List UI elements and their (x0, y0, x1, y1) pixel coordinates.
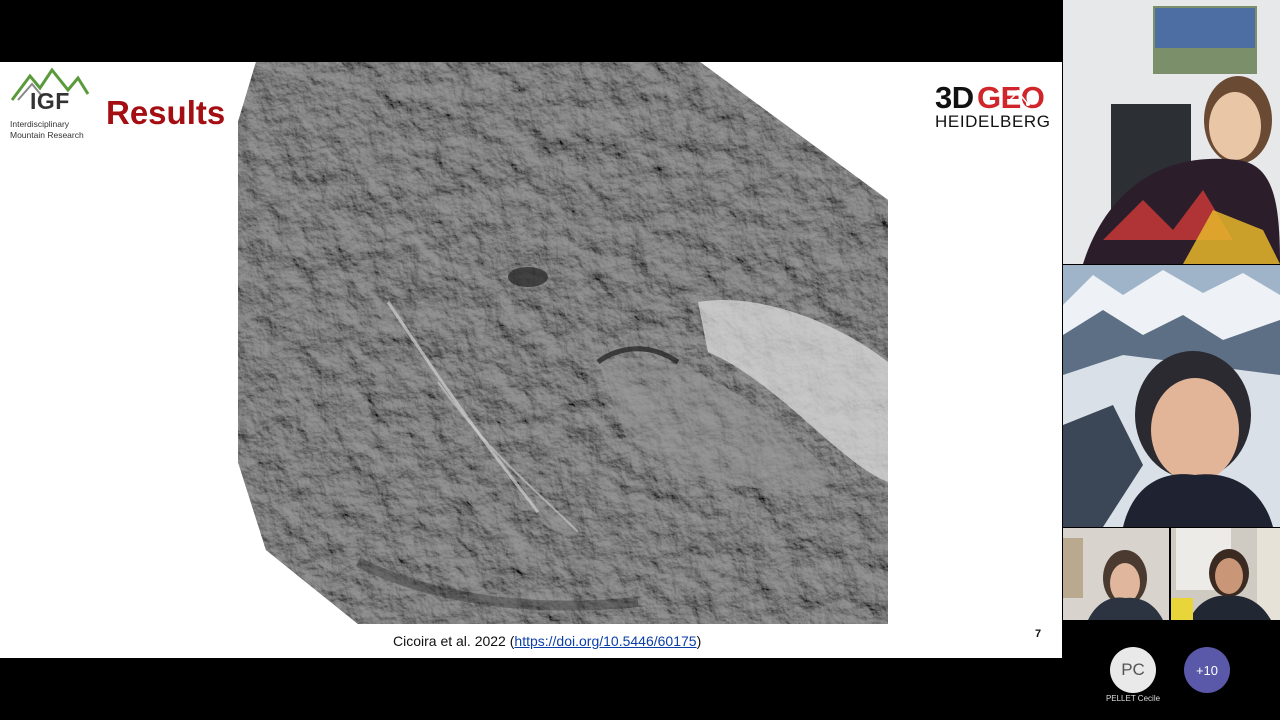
participant-video-2 (1063, 265, 1280, 527)
igf-abbreviation: IGF (30, 88, 70, 114)
slide-number: 7 (1035, 628, 1042, 640)
participant-name-label: PELLET Cecile (1105, 694, 1161, 703)
logo-heidelberg-text: HEIDELBERG (935, 112, 1051, 131)
3dgeo-logo: 3D GEO HEIDELBERG (932, 80, 1050, 134)
citation-suffix: ) (696, 633, 702, 649)
video-tile-participant-3[interactable] (1063, 528, 1169, 620)
citation: Cicoira et al. 2022 (https://doi.org/10.… (393, 633, 701, 649)
shared-slide: IGF Interdisciplinary Mountain Research … (0, 62, 1062, 658)
video-tile-participant-1[interactable] (1063, 0, 1280, 264)
video-tile-participant-2[interactable] (1063, 265, 1280, 527)
logo-3d-text: 3D (935, 80, 974, 115)
igf-name-line1: Interdisciplinary (10, 119, 70, 129)
citation-prefix: Cicoira et al. 2022 ( (393, 633, 515, 649)
participant-video-1 (1063, 0, 1280, 264)
more-participants-button[interactable]: +10 (1184, 647, 1230, 693)
participant-video-3 (1063, 528, 1169, 620)
point-network-icon (1007, 90, 1039, 106)
slide-title: Results (106, 94, 226, 131)
igf-logo: IGF Interdisciplinary Mountain Research (8, 66, 90, 140)
citation-doi-link[interactable]: https://doi.org/10.5446/60175 (514, 633, 696, 649)
igf-name-line2: Mountain Research (10, 130, 84, 140)
participant-video-4 (1171, 528, 1280, 620)
video-tile-participant-4[interactable] (1171, 528, 1280, 620)
hillshade-terrain-image (238, 62, 888, 624)
participant-avatar-pc[interactable]: PC (1110, 647, 1156, 693)
